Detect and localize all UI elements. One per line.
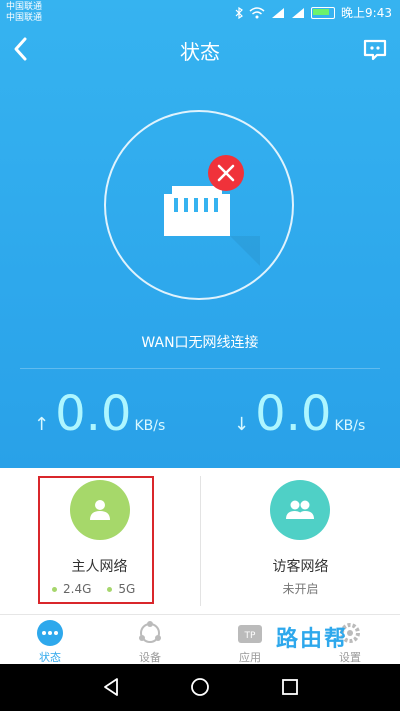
tab-status[interactable]: 状态	[0, 615, 100, 665]
users-icon	[286, 500, 314, 519]
download-value: 0.0	[255, 386, 332, 442]
close-icon	[208, 155, 244, 191]
wan-status-text: WAN口无网线连接	[141, 335, 259, 351]
devices-icon	[139, 621, 161, 643]
apps-tp-icon: TP	[238, 625, 262, 643]
hero-divider	[20, 368, 380, 369]
guest-network-status: 未开启	[282, 582, 319, 596]
status-icons: 晚上9:43	[235, 4, 392, 21]
app-header: 状态	[0, 26, 400, 76]
guest-network-card[interactable]: 访客网络 未开启	[201, 468, 400, 614]
bluetooth-icon	[235, 6, 243, 19]
watermark-text: 路由帮	[276, 627, 349, 652]
arrow-up-icon: ↑	[34, 414, 50, 435]
battery-icon	[311, 6, 336, 19]
signal-4g-icon	[272, 7, 285, 18]
carrier-info: 中国联通 中国联通	[6, 2, 42, 24]
recents-square-icon[interactable]	[279, 676, 301, 698]
guest-network-label: 访客网络	[272, 559, 329, 575]
download-speed: ↓ 0.0 KB/s	[234, 390, 365, 438]
arrow-down-icon: ↓	[234, 414, 250, 435]
carrier-1: 中国联通	[6, 2, 43, 12]
highlight-box	[38, 476, 154, 604]
tab-status-label: 状态	[39, 651, 61, 664]
home-circle-icon[interactable]	[189, 676, 211, 698]
svg-text:TP: TP	[244, 631, 256, 641]
status-hero: 中国联通 中国联通 晚上9:43 状态 WAN口无网线连接 ↑ 0.0 KB/s…	[0, 0, 400, 468]
page-title: 状态	[180, 40, 220, 64]
bottom-tab-bar: 状态 设备 TP 应用 设置 路由帮	[0, 614, 400, 665]
tab-devices[interactable]: 设备	[100, 615, 200, 665]
upload-speed: ↑ 0.0 KB/s	[34, 390, 165, 438]
system-status-bar: 中国联通 中国联通 晚上9:43	[0, 0, 400, 26]
android-nav-bar	[0, 664, 400, 711]
wifi-icon	[249, 6, 265, 18]
download-unit: KB/s	[334, 418, 366, 434]
more-dots-icon	[37, 620, 63, 646]
upload-unit: KB/s	[134, 418, 166, 434]
guest-network-avatar	[270, 480, 330, 540]
network-cards: 主人网络 2.4G 5G 访客网络 未开启	[0, 468, 400, 614]
chat-bubble-icon[interactable]	[362, 38, 388, 62]
signal-2g-icon	[292, 7, 305, 18]
carrier-2: 中国联通	[6, 13, 43, 23]
upload-value: 0.0	[55, 386, 132, 442]
tab-devices-label: 设备	[139, 651, 161, 664]
back-triangle-icon[interactable]	[100, 676, 122, 698]
clock: 晚上9:43	[341, 6, 392, 20]
